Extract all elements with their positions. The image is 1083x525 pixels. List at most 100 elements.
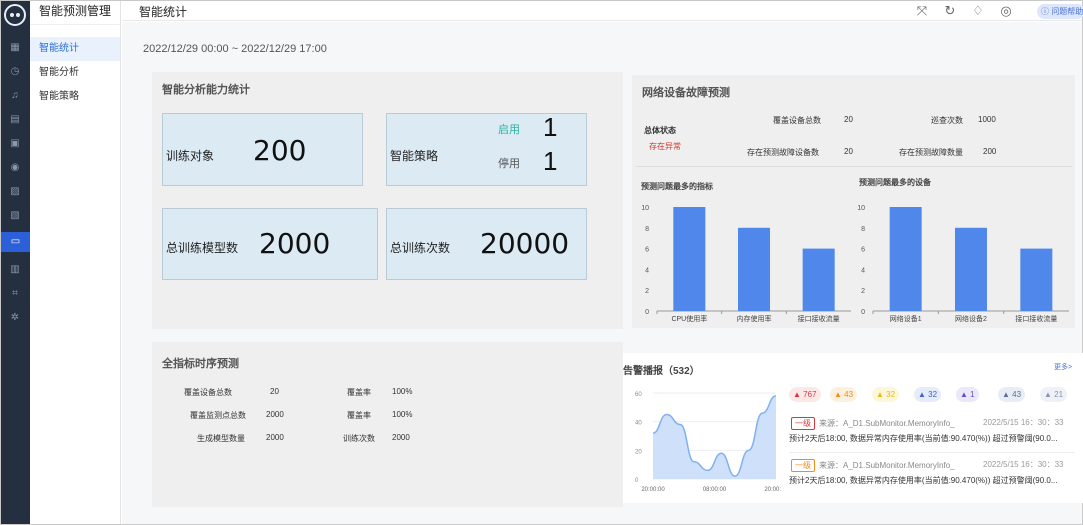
badge-count: 32 bbox=[886, 390, 896, 399]
stat-label: 覆盖设备总数 bbox=[184, 388, 232, 397]
settings-icon[interactable]: ✲ bbox=[8, 311, 22, 325]
warning-triangle-icon: ▲ bbox=[834, 390, 842, 399]
warning-triangle-icon: ▲ bbox=[960, 390, 968, 399]
stat-label: 覆盖监测点总数 bbox=[190, 411, 246, 420]
alarm-level-tag: 一级 bbox=[791, 459, 815, 472]
report-icon[interactable]: ▣ bbox=[8, 137, 22, 151]
badge-count: 21 bbox=[1054, 390, 1064, 399]
overall-status-value: 存在异常 bbox=[649, 142, 681, 151]
x-tick-label: 内存使用率 bbox=[737, 314, 772, 323]
alarm-badge[interactable]: ▲ 1 bbox=[956, 387, 979, 402]
globe-icon[interactable]: ◉ bbox=[8, 161, 22, 175]
app-logo-icon bbox=[4, 4, 26, 26]
y-tick-label: 4 bbox=[645, 267, 649, 274]
predict-cnt-value: 200 bbox=[983, 147, 997, 156]
predict-dev-label: 存在预测故障设备数 bbox=[747, 148, 819, 157]
cover-label: 覆盖设备总数 bbox=[773, 116, 821, 125]
y-tick-label: 20 bbox=[635, 449, 642, 455]
y-tick-label: 4 bbox=[861, 267, 865, 274]
bar-chart-icon[interactable]: ▥ bbox=[8, 263, 22, 277]
dashboard-icon[interactable]: ▦ bbox=[8, 41, 22, 55]
stat-label: 覆盖率 bbox=[347, 388, 371, 397]
clock-icon[interactable]: ◷ bbox=[8, 65, 22, 79]
x-tick-label: 20:00:00 bbox=[641, 487, 665, 493]
chart1-title: 预测问题最多的指标 bbox=[641, 182, 713, 191]
wifi-icon[interactable]: ◎ bbox=[998, 3, 1014, 19]
warning-triangle-icon: ▲ bbox=[918, 390, 926, 399]
alarm-source: 来源：A_D1.SubMonitor.MemoryInfo_ bbox=[819, 419, 955, 428]
y-tick-label: 6 bbox=[645, 247, 649, 254]
y-tick-label: 10 bbox=[641, 205, 649, 212]
inspect-label: 巡查次数 bbox=[931, 116, 963, 125]
enabled-value: 1 bbox=[543, 112, 558, 142]
bar-3 bbox=[1020, 248, 1053, 311]
ability-title: 智能分析能力统计 bbox=[162, 84, 250, 96]
refresh-icon[interactable]: ↻ bbox=[942, 3, 958, 19]
alarm-badge[interactable]: ▲ 767 bbox=[789, 387, 821, 402]
date-range-picker[interactable]: 2022/12/29 00:00 ~ 2022/12/29 17:00 bbox=[143, 43, 327, 55]
help-button[interactable]: ⓘ 问题帮助 bbox=[1037, 4, 1083, 19]
alarm-time: 2022/5/15 16：30：33 bbox=[983, 460, 1064, 469]
models-card: 总训练模型数 2000 bbox=[162, 208, 378, 280]
secondary-menu: 智能预测管理 智能统计 智能分析 智能策略 bbox=[30, 1, 121, 524]
stat-value: 100% bbox=[392, 410, 413, 419]
stat-label: 生成模型数量 bbox=[197, 434, 245, 443]
badge-count: 43 bbox=[844, 390, 854, 399]
bar-2 bbox=[955, 227, 987, 311]
alarm-divider bbox=[789, 452, 1075, 453]
x-tick-label: 网络设备2 bbox=[955, 314, 987, 323]
policy-label: 智能策略 bbox=[390, 149, 439, 163]
notification-icon[interactable]: ♢ bbox=[970, 3, 986, 19]
badge-count: 1 bbox=[970, 390, 975, 399]
warning-triangle-icon: ▲ bbox=[793, 390, 801, 399]
x-tick-label: 接口接收流量 bbox=[1015, 314, 1057, 323]
alarm-source: 来源：A_D1.SubMonitor.MemoryInfo_ bbox=[819, 461, 955, 470]
icon-rail: ▦ ◷ ♫ ▤ ▣ ◉ ▨ ▧ ▭ ▥ ⌗ ✲ bbox=[1, 1, 30, 524]
topology-icon[interactable]: ⌗ bbox=[8, 287, 22, 301]
y-tick-label: 0 bbox=[861, 309, 865, 316]
menu-item-policy[interactable]: 智能策略 bbox=[30, 85, 120, 109]
alarm-badge[interactable]: ▲ 43 bbox=[998, 387, 1026, 402]
disabled-value: 1 bbox=[543, 146, 558, 176]
alarm-item-header[interactable]: 一级 来源：A_D1.SubMonitor.MemoryInfo_ 2022/5/1… bbox=[791, 459, 1064, 472]
stat-value: 20 bbox=[270, 387, 279, 396]
times-card: 总训练次数 20000 bbox=[386, 208, 587, 280]
alarm-badge[interactable]: ▲ 43 bbox=[830, 387, 858, 402]
bar-1 bbox=[889, 207, 922, 311]
menu-item-statistics[interactable]: 智能统计 bbox=[30, 37, 120, 61]
y-tick-label: 6 bbox=[861, 247, 865, 254]
device-bar-chart: 0 2 4 6 8 10 网络设备1 网络设备2 接口接收流量 bbox=[857, 205, 1069, 323]
y-tick-label: 2 bbox=[861, 288, 865, 295]
alarm-more-link[interactable]: 更多> bbox=[1054, 362, 1072, 372]
y-tick-label: 0 bbox=[635, 478, 639, 484]
menu-item-analysis[interactable]: 智能分析 bbox=[30, 61, 120, 85]
fullscreen-icon[interactable]: ⤧ bbox=[914, 3, 930, 19]
alarm-item-header[interactable]: 一级 来源：A_D1.SubMonitor.MemoryInfo_ 2022/5/1… bbox=[791, 417, 1064, 430]
alarm-badge[interactable]: ▲ 32 bbox=[914, 387, 942, 402]
alarm-area-chart: 0 20 40 60 20:00:00 08:00:00 20:00:00 bbox=[635, 392, 781, 493]
bar-3 bbox=[802, 248, 835, 311]
warning-triangle-icon: ▲ bbox=[1044, 390, 1052, 399]
document-icon[interactable]: ▤ bbox=[8, 113, 22, 127]
ability-panel: 智能分析能力统计 训练对象 200 智能策略 启用 1 停用 1 总训练模型数 … bbox=[152, 72, 623, 329]
alarm-title: 告警播报（532） bbox=[623, 366, 700, 377]
x-tick-label: 网络设备1 bbox=[890, 314, 922, 323]
inspect-value: 1000 bbox=[978, 115, 996, 124]
predict-dev-value: 20 bbox=[844, 147, 853, 156]
monitor-icon[interactable]: ▭ bbox=[1, 232, 30, 252]
bell-icon[interactable]: ♫ bbox=[8, 89, 22, 103]
x-tick-label: CPU使用率 bbox=[671, 314, 707, 323]
warning-triangle-icon: ▲ bbox=[1002, 390, 1010, 399]
train-object-value: 200 bbox=[253, 134, 307, 167]
fault-divider bbox=[636, 166, 1072, 167]
y-tick-label: 8 bbox=[645, 226, 649, 233]
alarm-badge[interactable]: ▲ 32 bbox=[872, 387, 900, 402]
disabled-label: 停用 bbox=[498, 158, 520, 170]
alarm-badge[interactable]: ▲ 21 bbox=[1040, 387, 1068, 402]
calendar-icon[interactable]: ▨ bbox=[8, 185, 22, 199]
folder-icon[interactable]: ▧ bbox=[8, 209, 22, 223]
alarm-item-text: 预计2天后18:00, 数据异常内存使用率(当前值:90.470(%)) 超过预… bbox=[789, 476, 1058, 485]
train-object-card: 训练对象 200 bbox=[162, 113, 363, 186]
timeseries-title: 全指标时序预测 bbox=[162, 358, 239, 370]
alarm-item-text: 预计2天后18:00, 数据异常内存使用率(当前值:90.470(%)) 超过预… bbox=[789, 434, 1058, 443]
